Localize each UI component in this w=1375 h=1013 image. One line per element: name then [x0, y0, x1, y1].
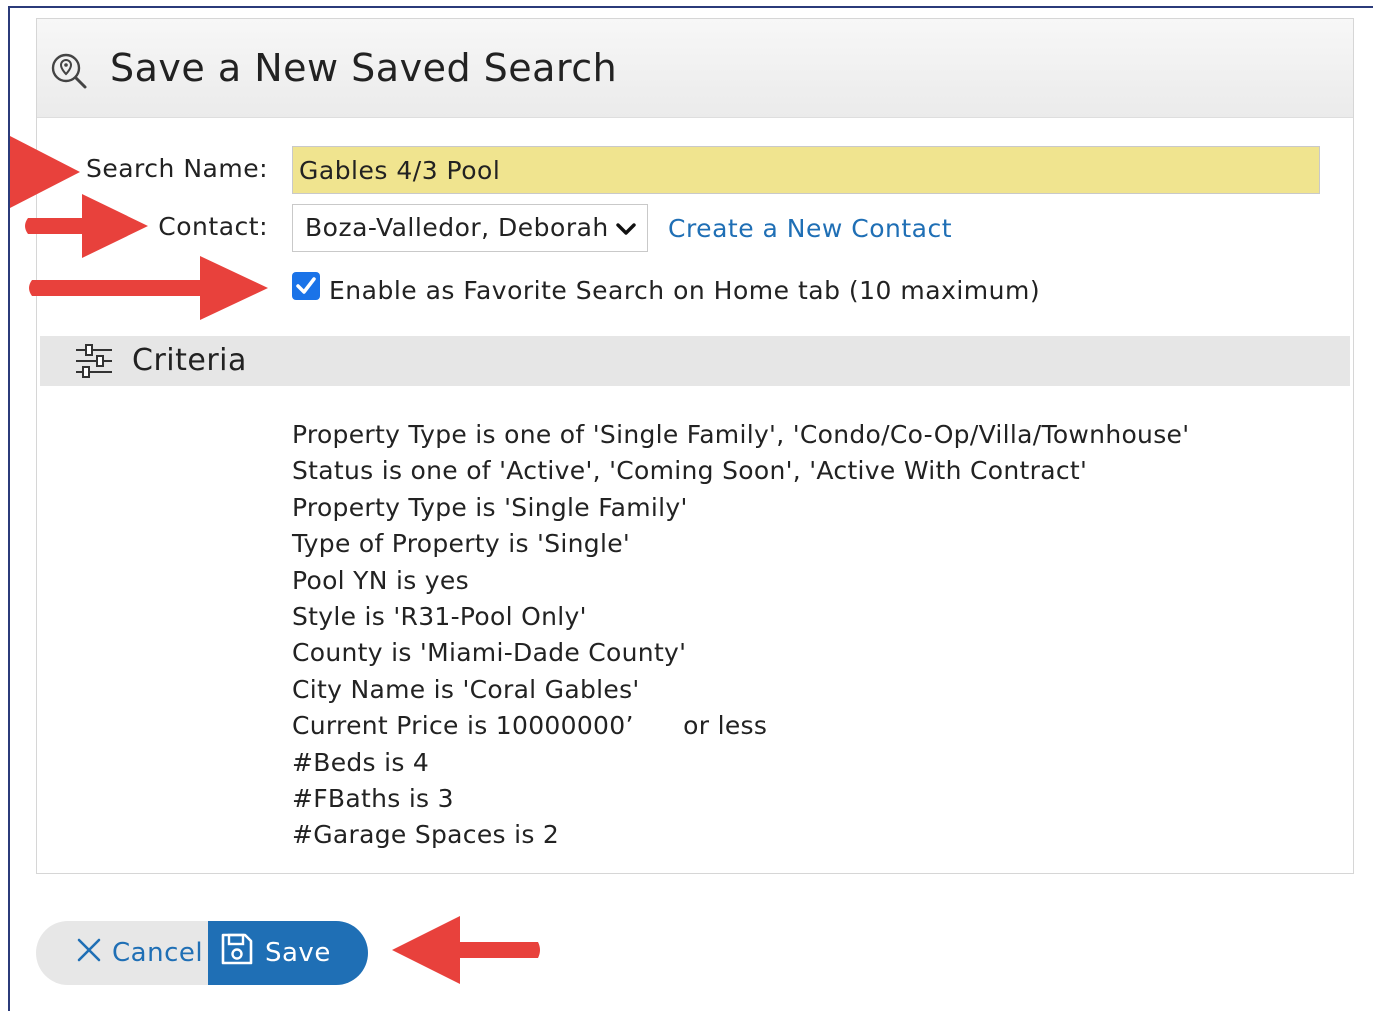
criteria-list: Property Type is one of 'Single Family',…: [292, 417, 1189, 854]
cancel-button-label: Cancel: [112, 938, 204, 968]
search-pin-icon: [51, 53, 87, 89]
close-icon: [77, 938, 101, 962]
create-contact-link[interactable]: Create a New Contact: [668, 214, 952, 244]
save-button[interactable]: Save: [208, 921, 368, 985]
annotation-arrow-favorite: [29, 256, 268, 320]
criteria-item: Property Type is 'Single Family': [292, 492, 688, 522]
chevron-down-icon: [616, 223, 636, 235]
checkmark-icon: [296, 277, 316, 294]
criteria-item: Style is 'R31-Pool Only': [292, 602, 587, 632]
criteria-item: #Beds is 4: [292, 747, 430, 777]
criteria-item: Status is one of 'Active', 'Coming Soon'…: [292, 456, 1088, 486]
annotation-arrow-save: [392, 916, 540, 984]
criteria-item: Pool YN is yes: [292, 565, 469, 595]
dialog-title: Save a New Saved Search: [110, 46, 618, 90]
sliders-icon: [76, 344, 112, 378]
favorite-checkbox[interactable]: [292, 272, 320, 300]
criteria-item: City Name is 'Coral Gables': [292, 674, 640, 704]
search-name-input[interactable]: [292, 146, 1320, 194]
contact-selected-value: Boza-Valledor, Deborah: [305, 213, 609, 242]
criteria-item: Property Type is one of 'Single Family',…: [292, 420, 1190, 449]
dialog-header: Save a New Saved Search: [37, 19, 1353, 118]
criteria-item: Type of Property is 'Single': [292, 529, 631, 559]
criteria-item: #FBaths is 3: [292, 784, 454, 814]
criteria-title: Criteria: [132, 343, 247, 378]
contact-select[interactable]: Boza-Valledor, Deborah: [292, 204, 648, 252]
cancel-button[interactable]: Cancel: [36, 921, 210, 985]
criteria-section-header: Criteria: [40, 336, 1350, 386]
favorite-checkbox-label[interactable]: Enable as Favorite Search on Home tab (1…: [329, 276, 1040, 306]
criteria-item: County is 'Miami-Dade County': [292, 638, 687, 668]
criteria-item: Current Price is 10000000’ or less: [292, 711, 768, 741]
save-button-label: Save: [265, 938, 331, 968]
floppy-disk-icon: [221, 933, 253, 965]
criteria-item: #Garage Spaces is 2: [292, 820, 560, 850]
